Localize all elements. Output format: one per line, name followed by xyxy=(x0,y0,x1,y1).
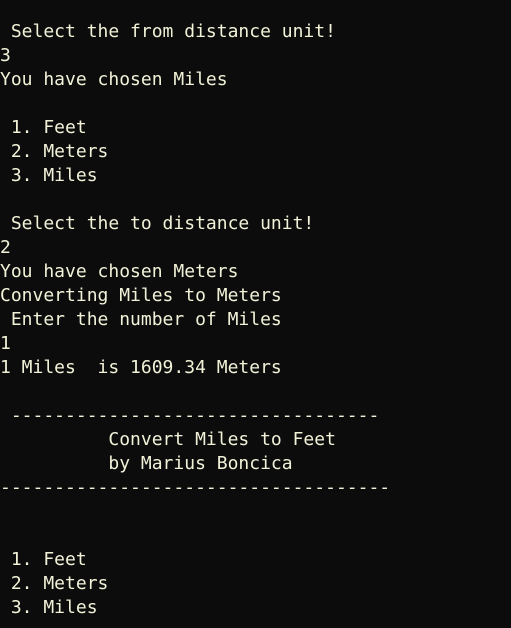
user-input-number: 1 xyxy=(0,333,11,354)
banner-author: by Marius Boncica xyxy=(0,453,293,474)
user-input-to: 2 xyxy=(0,237,11,258)
banner-divider-top: ---------------------------------- xyxy=(0,405,380,426)
console-window[interactable]: Select the from distance unit! 3 You hav… xyxy=(0,0,511,628)
menu-option-meters: 2. Meters xyxy=(0,141,109,162)
user-input-from: 3 xyxy=(0,45,11,66)
menu-option-miles: 3. Miles xyxy=(0,165,98,186)
menu-option-miles: 3. Miles xyxy=(0,597,98,618)
chosen-from-message: You have chosen Miles xyxy=(0,69,228,90)
chosen-to-message: You have chosen Meters xyxy=(0,261,239,282)
prompt-from-unit: Select the from distance unit! xyxy=(0,21,336,42)
banner-title: Convert Miles to Feet xyxy=(0,429,336,450)
menu-option-meters: 2. Meters xyxy=(0,573,109,594)
converting-message: Converting Miles to Meters xyxy=(0,285,282,306)
prompt-number: Enter the number of Miles xyxy=(0,309,282,330)
prompt-to-unit: Select the to distance unit! xyxy=(0,213,315,234)
conversion-result: 1 Miles is 1609.34 Meters xyxy=(0,357,282,378)
menu-option-feet: 1. Feet xyxy=(0,117,87,138)
banner-divider-bottom: ------------------------------------ xyxy=(0,477,391,498)
menu-option-feet: 1. Feet xyxy=(0,549,87,570)
